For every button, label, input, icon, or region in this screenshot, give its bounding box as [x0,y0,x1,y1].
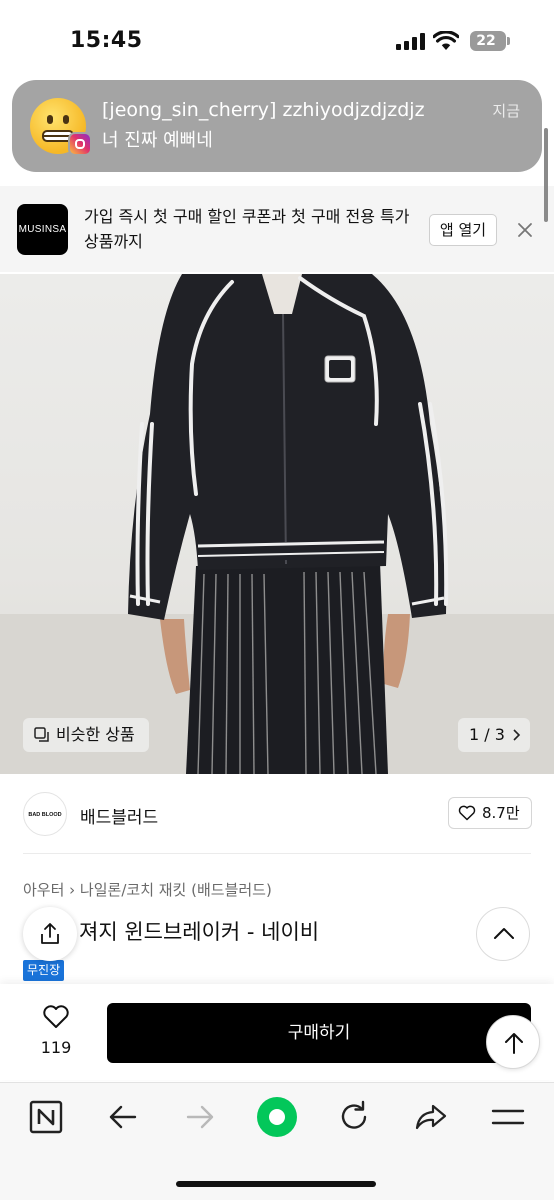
battery-nub [507,37,510,45]
forward-arrow-icon[interactable] [180,1097,220,1137]
back-arrow-icon[interactable] [103,1097,143,1137]
arrow-up-icon [505,1033,523,1054]
naver-n-icon[interactable] [26,1097,66,1137]
push-notification[interactable]: [jeong_sin_cherry] zzhiyodjzdjzdjz 너 진짜 … [12,80,542,172]
wifi-icon [433,31,459,50]
heart-outline-icon [43,1005,69,1028]
chevron-up-icon [494,928,514,939]
product-title-text: 져지 윈드브레이커 - 네이비 [79,920,320,944]
scroll-indicator[interactable] [544,128,548,222]
brand-row[interactable]: BAD BLOOD 배드블러드 8.7만 [0,776,554,854]
copy-squares-icon [34,727,49,742]
battery-level: 22 [476,33,496,49]
open-app-button[interactable]: 앱 열기 [429,214,497,246]
reload-icon[interactable] [334,1097,374,1137]
share-icon [41,923,59,944]
instagram-icon [68,132,92,156]
similar-products-label: 비슷한 상품 [56,725,135,744]
scroll-to-top-button[interactable] [486,1015,540,1069]
status-time: 15:45 [70,28,143,53]
brand-logo: BAD BLOOD [23,792,67,836]
share-button[interactable] [23,907,77,961]
notification-title: [jeong_sin_cherry] zzhiyodjzdjzdjz [102,99,425,121]
notification-body: 너 진짜 예뻐네 [102,130,213,151]
heart-outline-icon [458,805,476,821]
cellular-signal-icon [396,33,425,50]
musinsa-logo: MUSINSA [17,204,68,255]
brand-like-count: 8.7만 [482,804,520,822]
home-indicator[interactable] [176,1181,376,1187]
image-pager-label: 1 / 3 [469,725,505,744]
close-icon[interactable] [515,220,535,240]
promo-tag: 무진장 [23,960,65,981]
wishlist-button[interactable]: 119 [30,1004,82,1060]
jacket-model-illustration [0,274,554,774]
brand-name[interactable]: 배드블러드 [80,803,158,828]
share-arrow-icon[interactable] [411,1097,451,1137]
battery-icon: 22 [470,31,506,51]
image-pager-button[interactable]: 1 / 3 [458,718,530,752]
banner-text: 가입 즉시 첫 구매 할인 쿠폰과 첫 구매 전용 특가 상품까지 [84,207,410,251]
chevron-right-icon [513,729,521,741]
collapse-button[interactable] [476,907,530,961]
category-breadcrumb[interactable]: 아우터 › 나일론/코치 재킷 (배드블러드) [23,879,272,900]
green-home-icon[interactable] [256,1096,298,1138]
menu-icon[interactable] [488,1097,528,1137]
notification-time: 지금 [492,102,520,120]
divider [23,853,531,854]
wishlist-count: 119 [40,1038,72,1057]
similar-products-button[interactable]: 비슷한 상품 [23,718,149,752]
product-photo[interactable] [0,274,554,774]
status-bar: 15:45 22 [0,0,554,80]
buy-button[interactable]: 구매하기 [107,1003,531,1063]
brand-like-button[interactable]: 8.7만 [448,797,532,829]
